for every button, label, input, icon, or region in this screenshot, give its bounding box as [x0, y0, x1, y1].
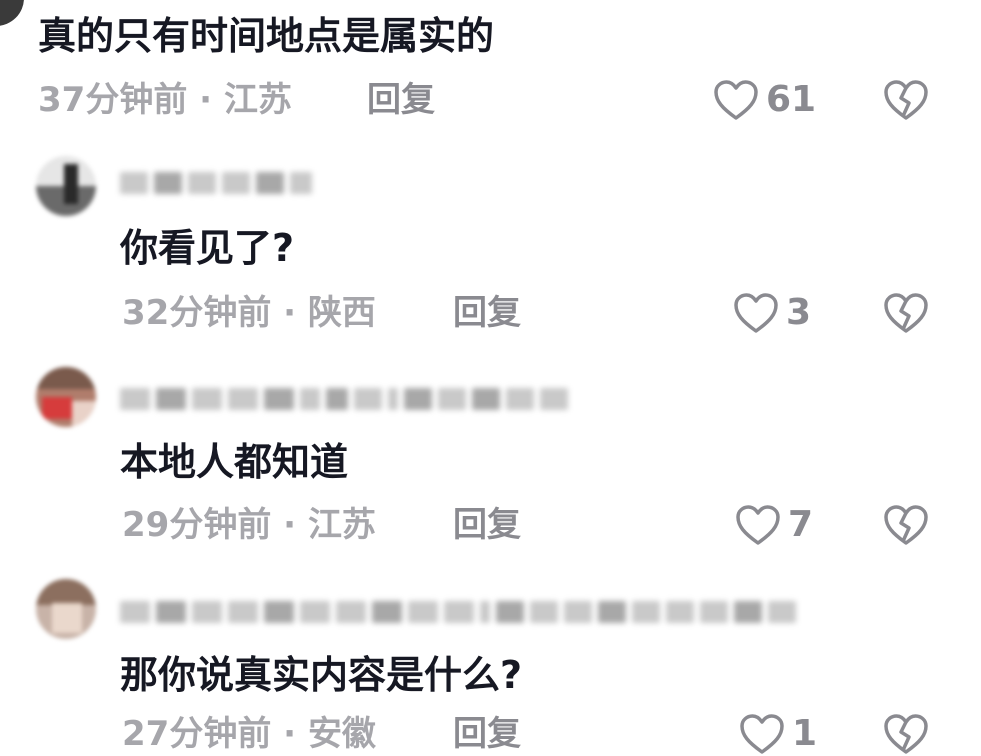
- comment-location: 江苏: [223, 80, 292, 120]
- comment-meta: 29分钟前 · 江苏: [122, 503, 376, 547]
- meta-separator: ·: [283, 714, 297, 754]
- dislike-button[interactable]: [882, 712, 930, 756]
- comment-meta: 37分钟前 · 江苏: [38, 78, 292, 122]
- broken-heart-icon: [882, 291, 930, 335]
- avatar[interactable]: [36, 579, 96, 639]
- username-blurred[interactable]: [120, 384, 568, 414]
- comment-time: 27分钟前: [122, 714, 272, 754]
- like-button[interactable]: 61: [712, 78, 816, 122]
- like-button[interactable]: 7: [734, 503, 813, 547]
- meta-separator: ·: [283, 293, 297, 333]
- meta-separator: ·: [283, 505, 297, 545]
- like-count: 1: [792, 713, 818, 754]
- avatar[interactable]: [36, 156, 96, 216]
- like-button[interactable]: 3: [732, 291, 811, 335]
- heart-outline-icon: [732, 291, 780, 335]
- heart-outline-icon: [712, 78, 760, 122]
- like-count: 7: [788, 504, 814, 545]
- broken-heart-icon: [882, 712, 930, 756]
- dislike-button[interactable]: [882, 291, 930, 335]
- heart-outline-icon: [734, 503, 782, 547]
- reply-button[interactable]: 回复: [453, 503, 521, 547]
- dislike-button[interactable]: [882, 78, 930, 122]
- meta-separator: ·: [199, 80, 213, 120]
- comment-time: 37分钟前: [38, 80, 188, 120]
- comment-time: 32分钟前: [122, 293, 272, 333]
- like-count: 61: [766, 79, 817, 120]
- reply-button[interactable]: 回复: [453, 712, 521, 756]
- comment-meta: 27分钟前 · 安徽: [122, 712, 376, 756]
- heart-outline-icon: [738, 712, 786, 756]
- comment-location: 江苏: [307, 505, 376, 545]
- broken-heart-icon: [882, 503, 930, 547]
- comment-time: 29分钟前: [122, 505, 272, 545]
- avatar[interactable]: [36, 367, 96, 427]
- reply-button[interactable]: 回复: [367, 78, 435, 122]
- comment-text: 那你说真实内容是什么?: [120, 653, 523, 697]
- like-button[interactable]: 1: [738, 712, 817, 756]
- comment-text: 真的只有时间地点是属实的: [38, 14, 495, 58]
- comment-location: 安徽: [307, 714, 376, 754]
- comment-meta: 32分钟前 · 陕西: [122, 291, 376, 335]
- reply-button[interactable]: 回复: [453, 291, 521, 335]
- avatar[interactable]: [0, 0, 24, 26]
- comment-location: 陕西: [307, 293, 376, 333]
- comment-text: 你看见了?: [120, 226, 295, 270]
- like-count: 3: [786, 292, 812, 333]
- comment-text: 本地人都知道: [120, 440, 349, 484]
- dislike-button[interactable]: [882, 503, 930, 547]
- username-blurred[interactable]: [120, 597, 796, 627]
- broken-heart-icon: [882, 78, 930, 122]
- username-blurred[interactable]: [120, 168, 312, 198]
